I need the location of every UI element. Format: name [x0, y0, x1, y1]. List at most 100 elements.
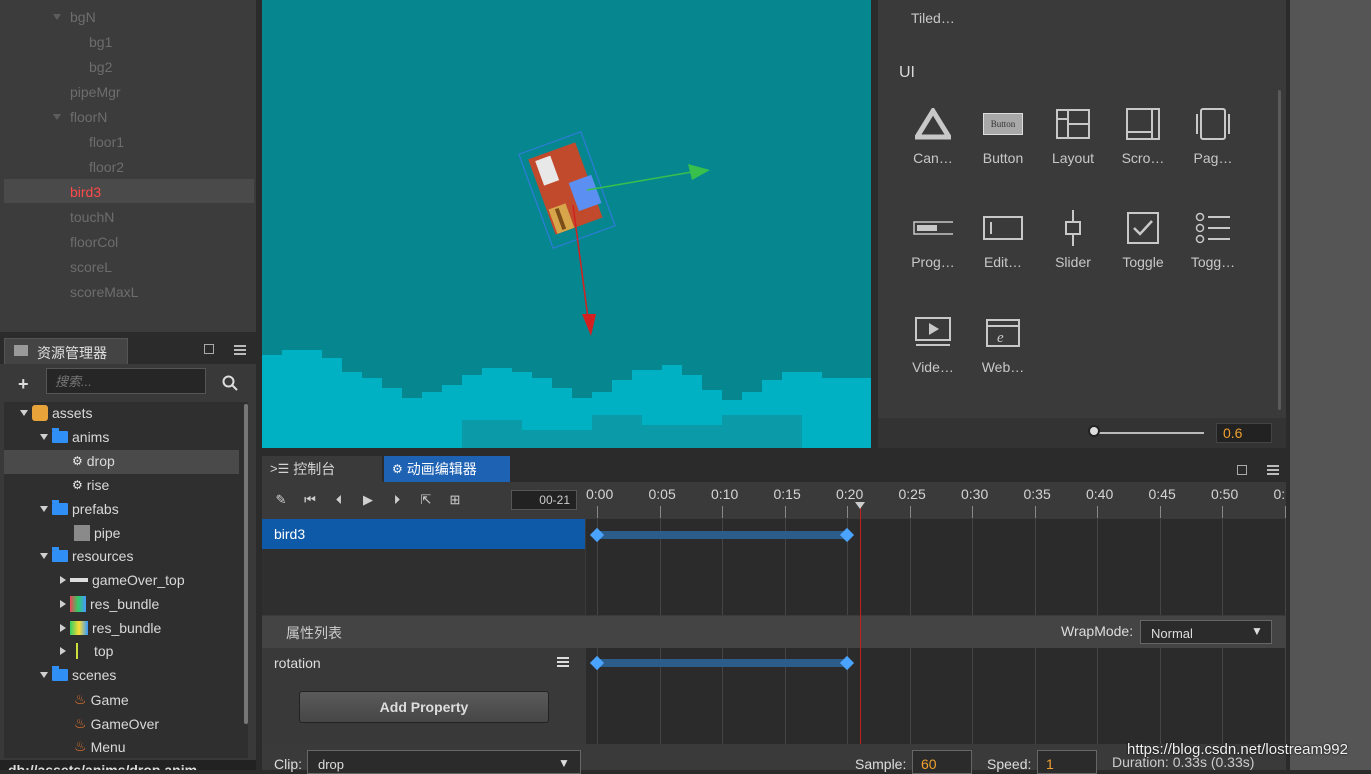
- timeline-tick-label: 0:10: [711, 486, 739, 502]
- component-videoplayer[interactable]: Vide…: [898, 313, 968, 375]
- hierarchy-node[interactable]: scoreMaxL: [70, 284, 138, 300]
- timeline-ruler[interactable]: [586, 482, 1286, 518]
- hierarchy-node[interactable]: bgN: [70, 9, 96, 25]
- asset-selection: [4, 450, 239, 474]
- asset-node-scene[interactable]: ♨ GameOver: [74, 715, 159, 732]
- component-toggle[interactable]: Toggle: [1108, 208, 1178, 270]
- hierarchy-node[interactable]: pipeMgr: [70, 84, 121, 100]
- component-webview[interactable]: e Web…: [968, 313, 1038, 375]
- zoom-slider-track[interactable]: [1092, 432, 1204, 434]
- folder-icon: [52, 428, 68, 443]
- frame-input[interactable]: 00-21: [511, 490, 577, 510]
- assets-tab[interactable]: 资源管理器: [4, 338, 128, 364]
- tab-animation-editor[interactable]: ⚙︎ 动画编辑器: [384, 456, 510, 482]
- menu-icon[interactable]: [1267, 465, 1279, 467]
- timeline-tick-label: 0:50: [1211, 486, 1239, 502]
- component-togglegroup[interactable]: Togg…: [1178, 208, 1248, 270]
- component-button[interactable]: Button Button: [968, 104, 1038, 166]
- prev-frame-icon[interactable]: ⏴: [329, 490, 349, 510]
- popout-icon[interactable]: [1237, 465, 1247, 475]
- asset-node-anim[interactable]: ⚙︎ drop: [72, 453, 115, 469]
- asset-node-folder[interactable]: resources: [40, 547, 133, 564]
- assets-tab-label: 资源管理器: [37, 345, 107, 361]
- timeline-gridline: [1097, 648, 1098, 744]
- search-input[interactable]: [46, 368, 206, 394]
- asset-node-folder[interactable]: scenes: [40, 666, 116, 683]
- first-frame-icon[interactable]: ⏮: [300, 490, 320, 510]
- hierarchy-node[interactable]: floorN: [70, 109, 107, 125]
- clip-select[interactable]: drop ▼: [307, 750, 581, 774]
- property-menu-icon[interactable]: [557, 657, 569, 659]
- component-pageview[interactable]: Pag…: [1178, 104, 1248, 166]
- svg-text:e: e: [997, 330, 1004, 346]
- asset-node-texture[interactable]: gameOver_top: [60, 572, 185, 588]
- edit-icon[interactable]: ✎: [271, 490, 291, 510]
- node-row[interactable]: bird3: [262, 519, 585, 549]
- asset-node-anim[interactable]: ⚙︎ rise: [72, 477, 109, 493]
- add-icon[interactable]: +: [18, 374, 29, 395]
- button-icon: Button: [983, 104, 1023, 144]
- asset-node-texture[interactable]: res_bundle: [60, 620, 161, 636]
- hierarchy-node[interactable]: floor2: [89, 159, 124, 175]
- expand-icon[interactable]: [53, 114, 61, 120]
- timeline-tick-label: 0:45: [1148, 486, 1176, 502]
- scene-view[interactable]: [262, 0, 871, 448]
- add-event-icon[interactable]: ⊞: [445, 490, 465, 510]
- zoom-slider-handle[interactable]: [1088, 425, 1100, 437]
- hierarchy-node[interactable]: floor1: [89, 134, 124, 150]
- right-edge-panel: [1290, 0, 1371, 770]
- chevron-down-icon: ▼: [558, 756, 570, 770]
- component-layout[interactable]: Layout: [1038, 104, 1108, 166]
- timeline-tick-label: 0:35: [1023, 486, 1051, 502]
- hierarchy-node[interactable]: touchN: [70, 209, 114, 225]
- component-label: Can…: [913, 150, 953, 166]
- sample-input[interactable]: 60: [912, 750, 972, 774]
- component-canvas[interactable]: Can…: [898, 104, 968, 166]
- asset-node-folder[interactable]: anims: [40, 428, 109, 445]
- speed-input[interactable]: 1: [1037, 750, 1097, 774]
- hierarchy-node[interactable]: bg1: [89, 34, 112, 50]
- menu-icon[interactable]: [234, 345, 246, 347]
- component-label: Scro…: [1121, 150, 1165, 166]
- component-progressbar[interactable]: Prog…: [898, 208, 968, 270]
- component-slider[interactable]: Slider: [1038, 208, 1108, 270]
- zoom-value[interactable]: 0.6: [1216, 423, 1272, 443]
- search-icon[interactable]: [222, 375, 238, 391]
- expand-icon[interactable]: [53, 14, 61, 20]
- timeline-gridline: [659, 506, 661, 518]
- play-icon[interactable]: ▶: [358, 490, 378, 510]
- component-tiled[interactable]: Tiled…: [911, 10, 955, 26]
- export-icon[interactable]: ⇱: [416, 490, 436, 510]
- hierarchy-node[interactable]: scoreL: [70, 259, 112, 275]
- property-name[interactable]: rotation: [274, 655, 321, 671]
- asset-node-assets[interactable]: assets: [20, 405, 92, 421]
- texture-icon: [76, 643, 90, 659]
- asset-node-prefab[interactable]: pipe: [74, 525, 120, 541]
- timeline-tick-label: 0:30: [961, 486, 989, 502]
- keyframe-span: [598, 659, 848, 667]
- asset-node-scene[interactable]: ♨ Menu: [74, 738, 126, 755]
- node-list: [262, 549, 585, 615]
- timeline-gridline: [972, 648, 973, 744]
- component-editbox[interactable]: Edit…: [968, 208, 1038, 270]
- popout-icon[interactable]: [204, 344, 214, 354]
- scrollbar[interactable]: [244, 404, 248, 724]
- add-property-button[interactable]: Add Property: [299, 691, 549, 723]
- playhead-handle[interactable]: [855, 502, 865, 509]
- next-frame-icon[interactable]: ⏵: [387, 490, 407, 510]
- playhead-line[interactable]: [860, 504, 861, 744]
- timeline-gridline: [1284, 506, 1286, 518]
- asset-node-folder[interactable]: prefabs: [40, 500, 119, 517]
- asset-node-texture[interactable]: res_bundle: [60, 596, 159, 612]
- wrapmode-select[interactable]: Normal ▼: [1140, 620, 1272, 644]
- asset-node-texture[interactable]: top: [60, 643, 113, 659]
- asset-node-scene[interactable]: ♨ Game: [74, 691, 129, 708]
- hierarchy-node[interactable]: bg2: [89, 59, 112, 75]
- timeline-gridline: [847, 506, 848, 518]
- tab-console[interactable]: >☰ 控制台: [262, 456, 382, 482]
- webview-icon: e: [983, 313, 1023, 353]
- hierarchy-node[interactable]: floorCol: [70, 234, 118, 250]
- component-scrollview[interactable]: Scro…: [1108, 104, 1178, 166]
- hierarchy-node-selected[interactable]: bird3: [70, 184, 101, 200]
- scrollbar[interactable]: [1278, 90, 1281, 410]
